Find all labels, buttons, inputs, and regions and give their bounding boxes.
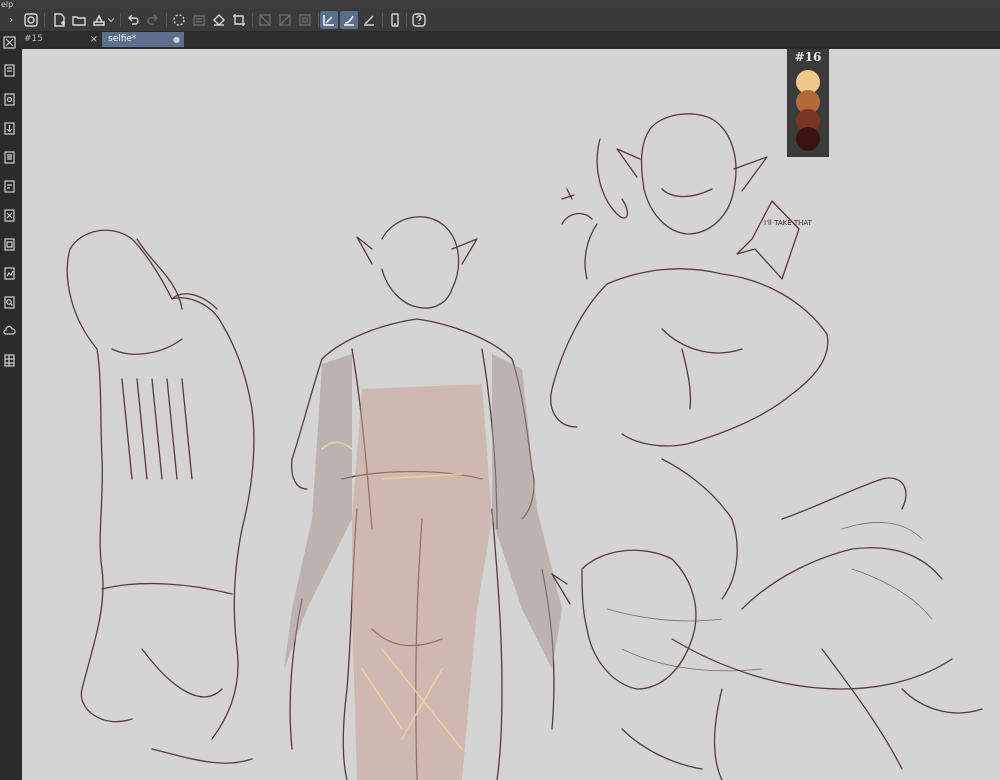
help-icon[interactable]: [410, 11, 428, 29]
command-bar: [0, 9, 1000, 32]
swatch-darkest-brown[interactable]: [796, 127, 820, 151]
toolbar-divider: [252, 13, 253, 27]
skin-shading: [352, 384, 492, 780]
navigator-icon[interactable]: [1, 178, 17, 194]
toolbar-divider: [382, 13, 383, 27]
grid-panel-icon[interactable]: [1, 352, 17, 368]
sketch-figure-bust: [550, 113, 829, 447]
snap-to-special-ruler-icon[interactable]: [340, 11, 358, 29]
sub-view-icon[interactable]: [1, 207, 17, 223]
open-folder-icon[interactable]: [70, 11, 88, 29]
save-dropdown-chevron-icon[interactable]: [106, 11, 116, 29]
snap-to-ruler-icon[interactable]: [320, 11, 338, 29]
fill-bucket-icon[interactable]: [210, 11, 228, 29]
left-tool-strip: [0, 32, 18, 780]
smartphone-icon[interactable]: [386, 11, 404, 29]
app-logo-icon[interactable]: [22, 11, 40, 29]
clear-icon[interactable]: [190, 11, 208, 29]
toolbar-divider: [120, 13, 121, 27]
selection-mask-icon[interactable]: [256, 11, 274, 29]
deselect-icon[interactable]: [296, 11, 314, 29]
sketch-artwork: I'll TAKE THAT: [66, 113, 983, 780]
layer-property-icon[interactable]: [1, 62, 17, 78]
toolbar-divider: [166, 13, 167, 27]
document-tab-bar: #15 × selfie* ●: [18, 32, 1000, 47]
cloud-icon[interactable]: [1, 323, 17, 339]
close-panel-icon[interactable]: [1, 34, 17, 50]
toolbar-divider: [44, 13, 45, 27]
sketch-extra-strokes: [606, 522, 933, 672]
sketch-figure-bottom-right: [551, 458, 983, 780]
palette-label: #16: [794, 50, 822, 64]
history-icon[interactable]: [1, 149, 17, 165]
chart-panel-icon[interactable]: [1, 265, 17, 281]
expand-chevron-icon[interactable]: [8, 11, 16, 29]
speech-bubble-shape: [736, 200, 800, 280]
toolbar-divider: [318, 13, 319, 27]
tab-selfie[interactable]: selfie* ●: [102, 32, 184, 47]
material-icon[interactable]: [1, 91, 17, 107]
drawing-canvas[interactable]: I'll TAKE THAT #16: [22, 49, 1000, 780]
ruler-settings-icon[interactable]: [360, 11, 378, 29]
undo-icon[interactable]: [124, 11, 142, 29]
invert-selection-icon[interactable]: [276, 11, 294, 29]
tab-label: selfie*: [108, 34, 137, 44]
close-tab-icon[interactable]: ×: [90, 32, 98, 47]
crop-icon[interactable]: [230, 11, 248, 29]
tab-label: #15: [24, 34, 43, 44]
new-file-icon[interactable]: [50, 11, 68, 29]
color-palette-card: #16: [787, 49, 829, 157]
menu-bar[interactable]: elp: [0, 0, 1000, 9]
unsaved-dot-icon[interactable]: ●: [173, 32, 180, 47]
download-icon[interactable]: [1, 120, 17, 136]
search-icon[interactable]: [1, 294, 17, 310]
loading-spinner-icon[interactable]: [170, 11, 188, 29]
redo-icon[interactable]: [144, 11, 162, 29]
tab-15[interactable]: #15 ×: [18, 32, 102, 47]
toolbar-divider: [406, 13, 407, 27]
sketch-figure-left: [66, 229, 255, 764]
item-bank-icon[interactable]: [1, 236, 17, 252]
menu-help-label[interactable]: elp: [0, 0, 13, 9]
speech-bubble-text: I'll TAKE THAT: [764, 219, 813, 227]
